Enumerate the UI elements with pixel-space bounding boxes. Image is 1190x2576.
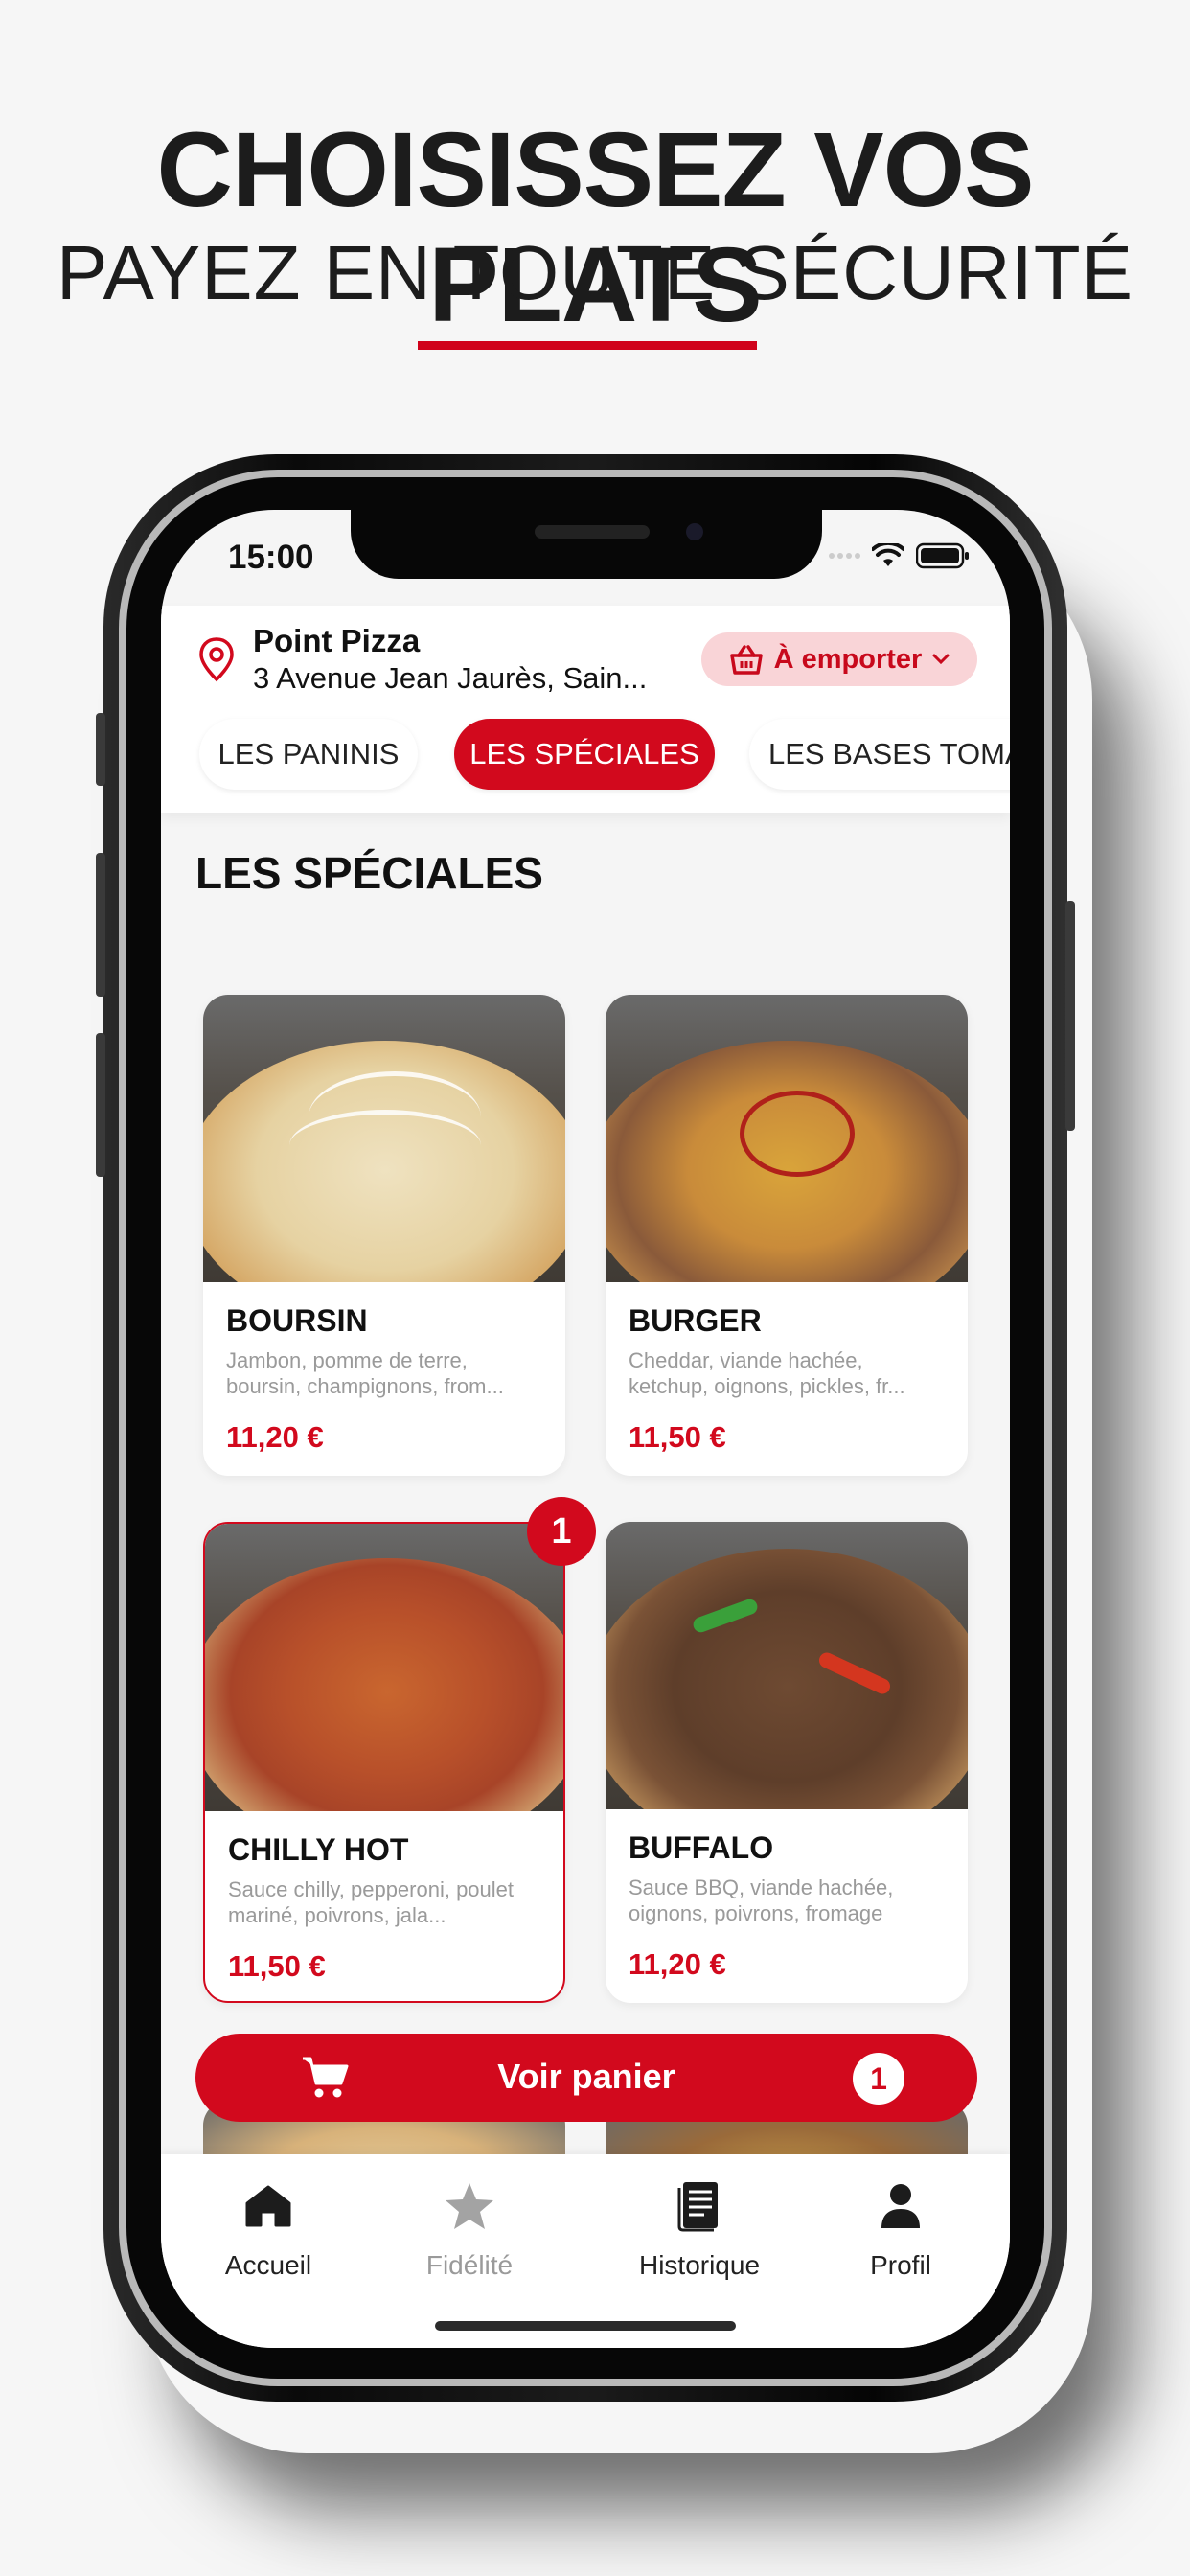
product-name: BOURSIN [226, 1303, 368, 1338]
product-price: 11,50 € [629, 1420, 726, 1454]
product-image [203, 995, 565, 1282]
home-icon [245, 2185, 291, 2227]
pizza-image [205, 1558, 563, 1811]
product-card-boursin[interactable]: BOURSIN Jambon, pomme de terre, boursin,… [203, 995, 565, 1476]
product-image [606, 1522, 968, 1809]
product-price: 11,50 € [228, 1949, 326, 1983]
product-card-burger[interactable]: BURGER Cheddar, viande hachée, ketchup, … [606, 995, 968, 1476]
wifi-icon [872, 543, 904, 566]
store-header: Point Pizza 3 Avenue Jean Jaurès, Sain..… [161, 606, 1010, 813]
nav-profil[interactable]: Profil [805, 2177, 996, 2281]
product-description: Sauce BBQ, viande hachée, oignons, poivr… [629, 1875, 894, 1925]
view-cart-button[interactable]: Voir panier 1 [195, 2034, 977, 2122]
accent-divider [418, 341, 757, 350]
camera [686, 523, 703, 540]
nav-label: Profil [870, 2250, 931, 2280]
store-name[interactable]: Point Pizza [253, 623, 420, 659]
tab-bases-tomate[interactable]: LES BASES TOMATE [749, 719, 1010, 790]
nav-label: Historique [638, 2250, 761, 2280]
ketchup-swirl [740, 1091, 855, 1177]
star-icon [446, 2183, 493, 2229]
product-price: 11,20 € [629, 1947, 726, 1981]
product-name: BURGER [629, 1303, 762, 1338]
app-screen: 15:00 Point Pizza 3 Avenue Jean Jaurès, … [161, 510, 1010, 2348]
user-icon [881, 2184, 920, 2228]
speaker [535, 525, 650, 539]
product-card-chilly-hot[interactable]: CHILLY HOT Sauce chilly, pepperoni, poul… [203, 1522, 565, 2003]
product-name: BUFFALO [629, 1830, 774, 1865]
product-description: Cheddar, viande hachée, ketchup, oignons… [629, 1348, 905, 1398]
product-price: 11,20 € [226, 1420, 324, 1454]
store-address[interactable]: 3 Avenue Jean Jaurès, Sain... [253, 661, 694, 696]
basket-icon [729, 645, 763, 675]
quantity-badge: 1 [527, 1497, 596, 1566]
battery-icon [916, 542, 969, 569]
nav-label: Fidélité [425, 2250, 514, 2280]
category-tabs: LES PANINIS LES SPÉCIALES LES BASES TOMA… [161, 719, 1010, 795]
product-name: CHILLY HOT [228, 1832, 409, 1867]
nav-label: Accueil [224, 2250, 312, 2280]
sauce-drizzle [289, 1110, 481, 1182]
product-image [205, 1524, 563, 1811]
nav-fidelite[interactable]: Fidélité [374, 2177, 565, 2281]
home-indicator[interactable] [435, 2321, 736, 2331]
nav-accueil[interactable]: Accueil [172, 2177, 364, 2281]
nav-historique[interactable]: Historique [604, 2177, 795, 2281]
cart-count-badge: 1 [853, 2053, 904, 2104]
signal-icon [829, 553, 860, 559]
status-icons [829, 542, 970, 569]
takeaway-mode-button[interactable]: À emporter [701, 632, 977, 686]
phone-side-button [96, 713, 105, 786]
product-card-buffalo[interactable]: BUFFALO Sauce BBQ, viande hachée, oignon… [606, 1522, 968, 2003]
location-pin-icon [199, 637, 234, 682]
promo-subline: PAYEZ EN TOUTE SÉCURITÉ [57, 230, 1133, 315]
takeaway-mode-label: À emporter [773, 643, 923, 675]
product-image [606, 995, 968, 1282]
phone-side-button [1065, 901, 1075, 1131]
product-description: Jambon, pomme de terre, boursin, champig… [226, 1348, 504, 1398]
tab-paninis[interactable]: LES PANINIS [199, 719, 418, 790]
phone-notch [351, 510, 822, 579]
bottom-navigation: Accueil Fidélité Historique Profil [161, 2154, 1010, 2348]
phone-side-button [96, 1033, 105, 1177]
chevron-down-icon [932, 654, 950, 665]
pizza-image [606, 1549, 968, 1809]
tab-speciales[interactable]: LES SPÉCIALES [454, 719, 715, 790]
receipt-icon [677, 2182, 718, 2232]
section-title: LES SPÉCIALES [195, 848, 543, 898]
phone-side-button [96, 853, 105, 997]
status-time: 15:00 [228, 539, 314, 576]
product-description: Sauce chilly, pepperoni, poulet mariné, … [228, 1877, 515, 1927]
